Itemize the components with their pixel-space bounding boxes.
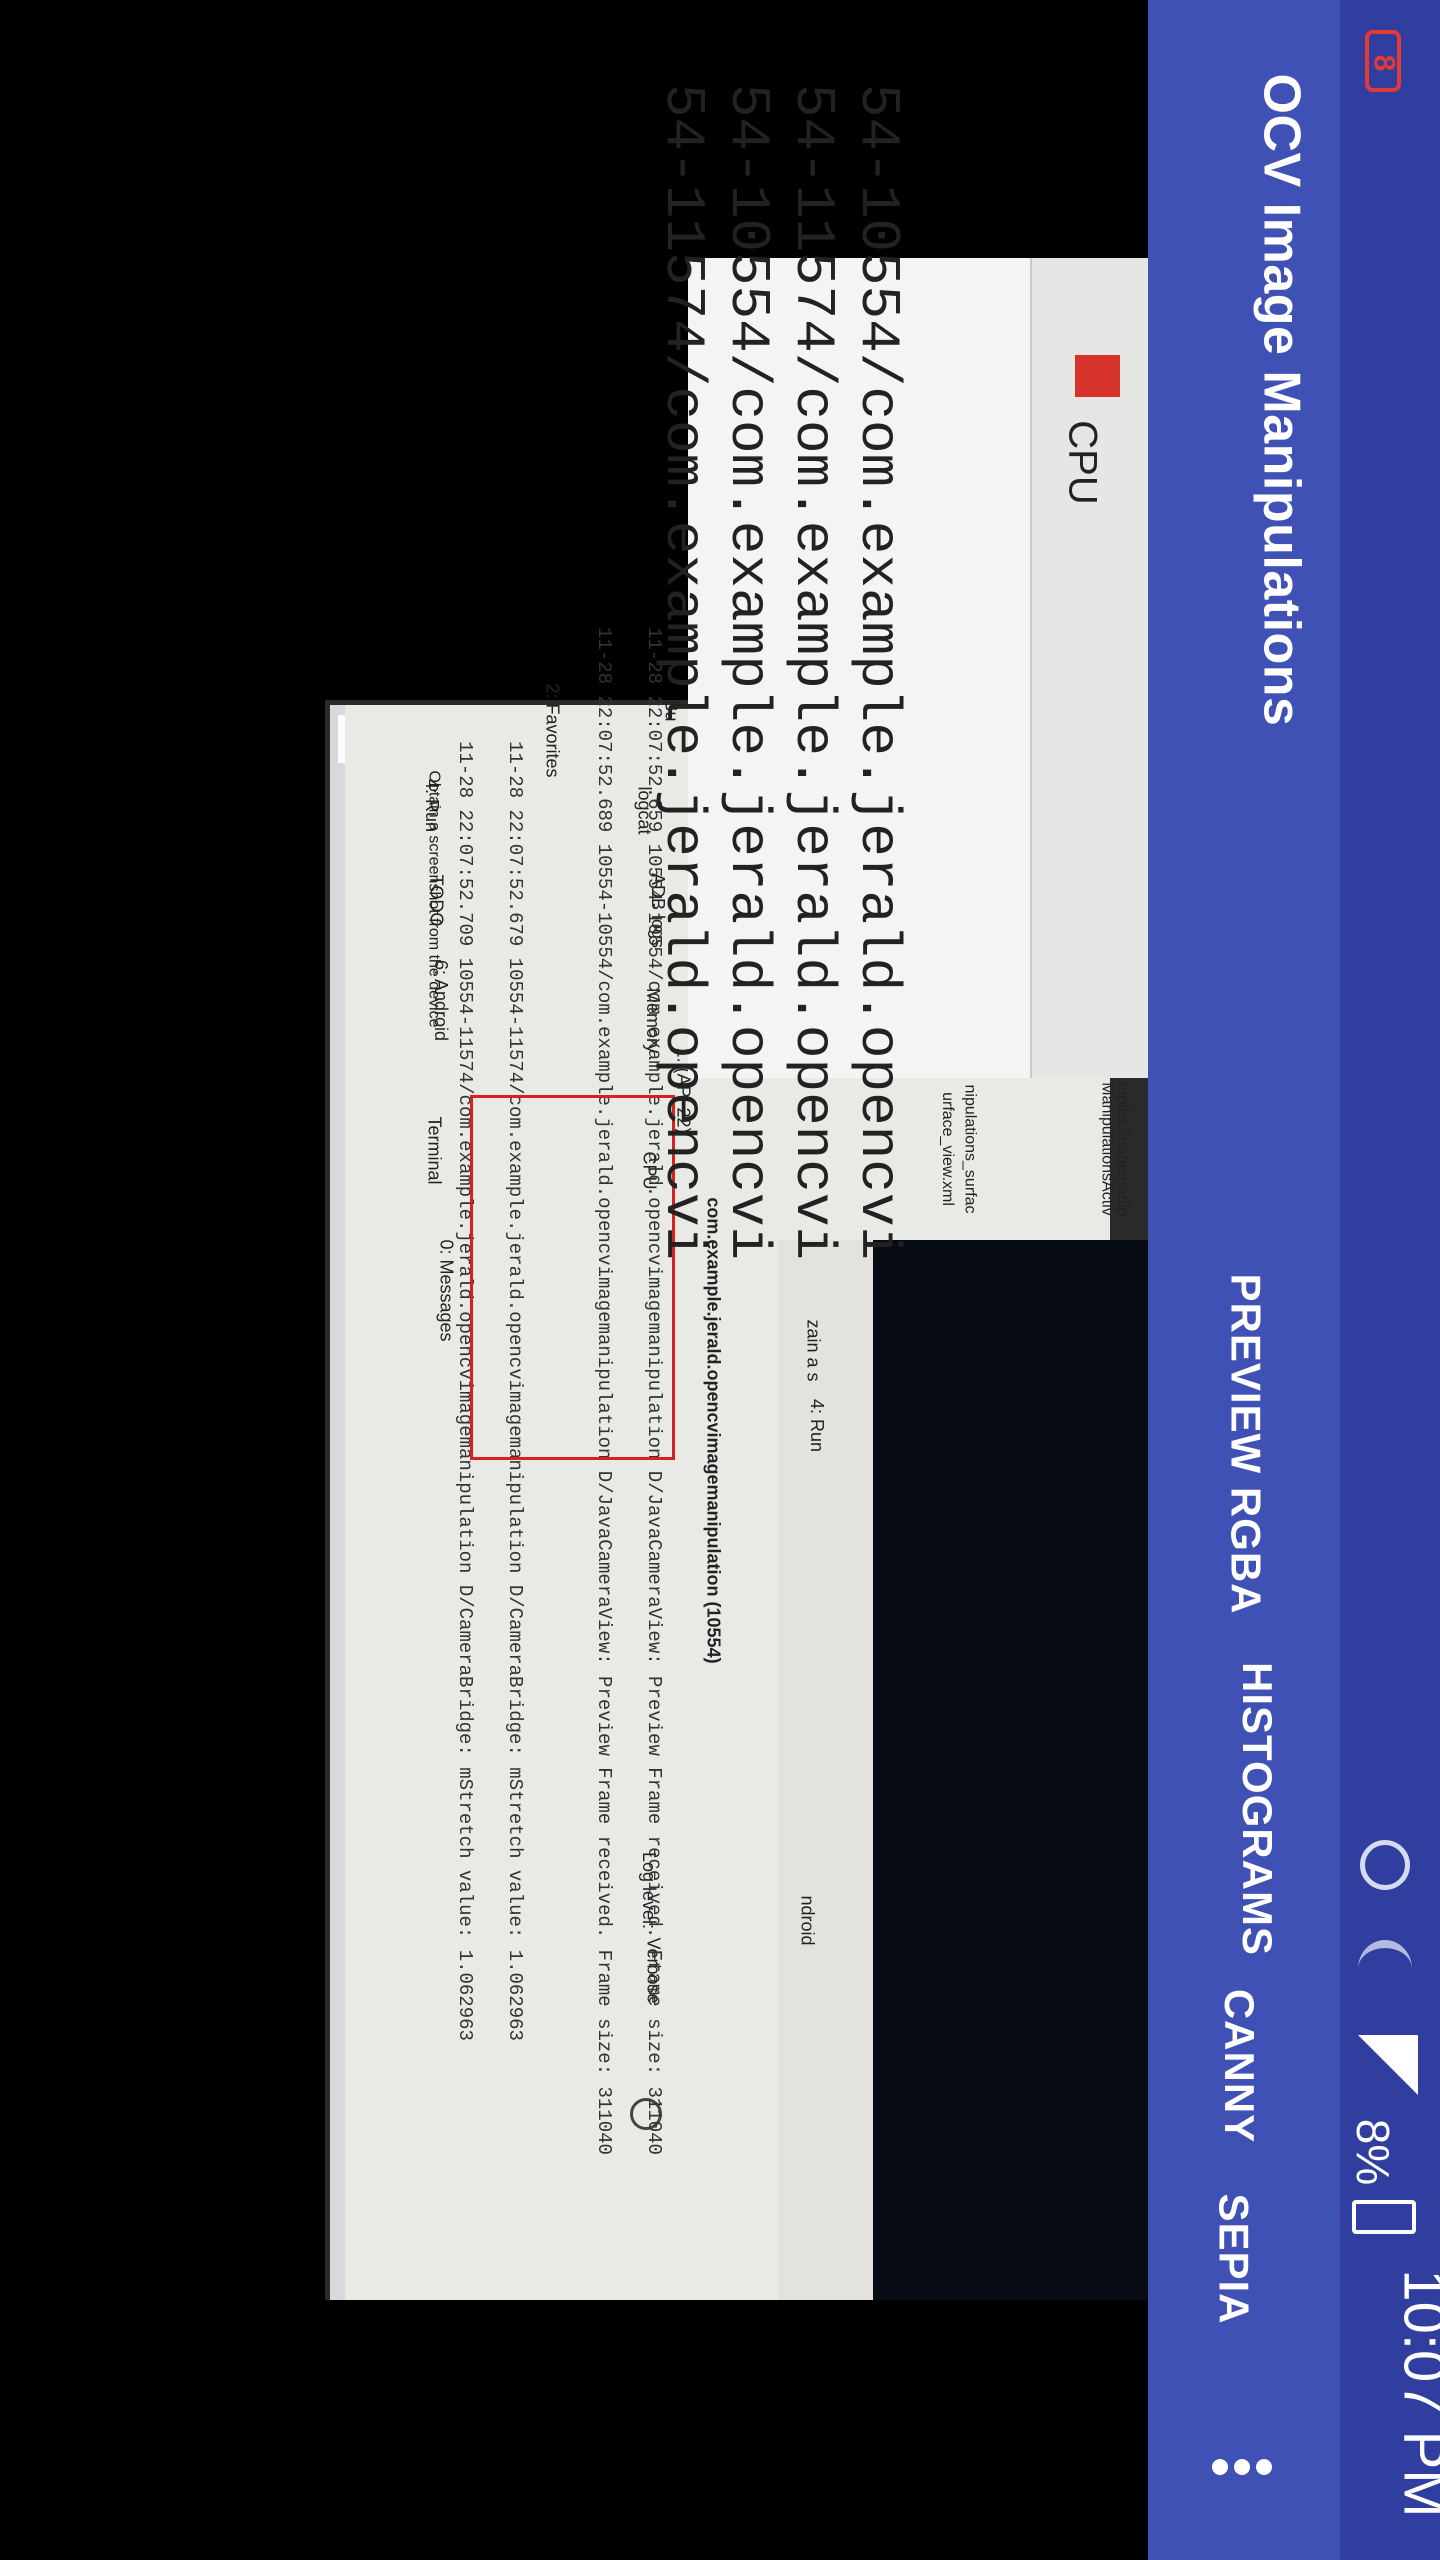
- cpu-icon: [1075, 355, 1120, 397]
- file-tree-item[interactable]: urface_view.xml: [938, 1092, 956, 1206]
- zoom-log-line: 54-10554/com.example.jerald.opencvi: [716, 83, 781, 1261]
- signal-icon: [1358, 2035, 1418, 2095]
- overflow-menu-icon[interactable]: [1212, 2455, 1272, 2479]
- menu-histograms[interactable]: HISTOGRAMS: [1233, 1662, 1281, 1956]
- dark-screen-area: [873, 1240, 1148, 2300]
- wifi-icon: [1358, 1940, 1412, 1998]
- tab-terminal[interactable]: Terminal: [424, 1116, 445, 1184]
- notification-icon: 8: [1365, 30, 1401, 92]
- right-pane-label: zain a s: [803, 1319, 824, 1382]
- menu-preview-rgba[interactable]: PREVIEW RGBA: [1222, 1273, 1270, 1614]
- tab-messages[interactable]: 0: Messages: [436, 1239, 457, 1341]
- right-pane-label: ndroid: [797, 1895, 818, 1946]
- battery-icon: [1352, 2200, 1416, 2234]
- favorites-tab[interactable]: 2: Favorites: [542, 683, 563, 777]
- menu-canny[interactable]: CANNY: [1215, 1989, 1263, 2143]
- status-time: 10:07 PM: [1391, 2269, 1440, 2518]
- zoom-log-line: 54-11574/com.example.jerald.opencvi: [651, 83, 716, 1261]
- menu-sepia[interactable]: SEPIA: [1210, 2193, 1258, 2324]
- alarm-icon: [1360, 1840, 1410, 1890]
- file-tree-item[interactable]: nipulations_surfac: [960, 1085, 978, 1214]
- process-selector[interactable]: com.example.jerald.opencvimagemanipulati…: [703, 1197, 724, 1663]
- highlight-box: [470, 1095, 675, 1460]
- app-title: OCV Image Manipulations: [1252, 73, 1311, 727]
- file-tree-item[interactable]: ManipulationsActiv: [1098, 1082, 1116, 1215]
- zoom-log-line: 54-11574/com.example.jerald.opencvi: [781, 83, 846, 1261]
- zoom-log-line: 54-10554/com.example.jerald.opencvi: [846, 83, 911, 1261]
- zoom-cpu-label: CPU: [1060, 420, 1105, 505]
- status-message: Obtain a screenshot from the device: [425, 770, 443, 1028]
- file-tree-item[interactable]: mples.imagemanip: [1113, 1082, 1131, 1216]
- camera-preview[interactable]: 2: Favorites Bu logcat ADB logs Memory C…: [0, 0, 1150, 2560]
- battery-percent: 8%: [1347, 2118, 1400, 2186]
- right-pane-label: 4: Run: [807, 1398, 828, 1453]
